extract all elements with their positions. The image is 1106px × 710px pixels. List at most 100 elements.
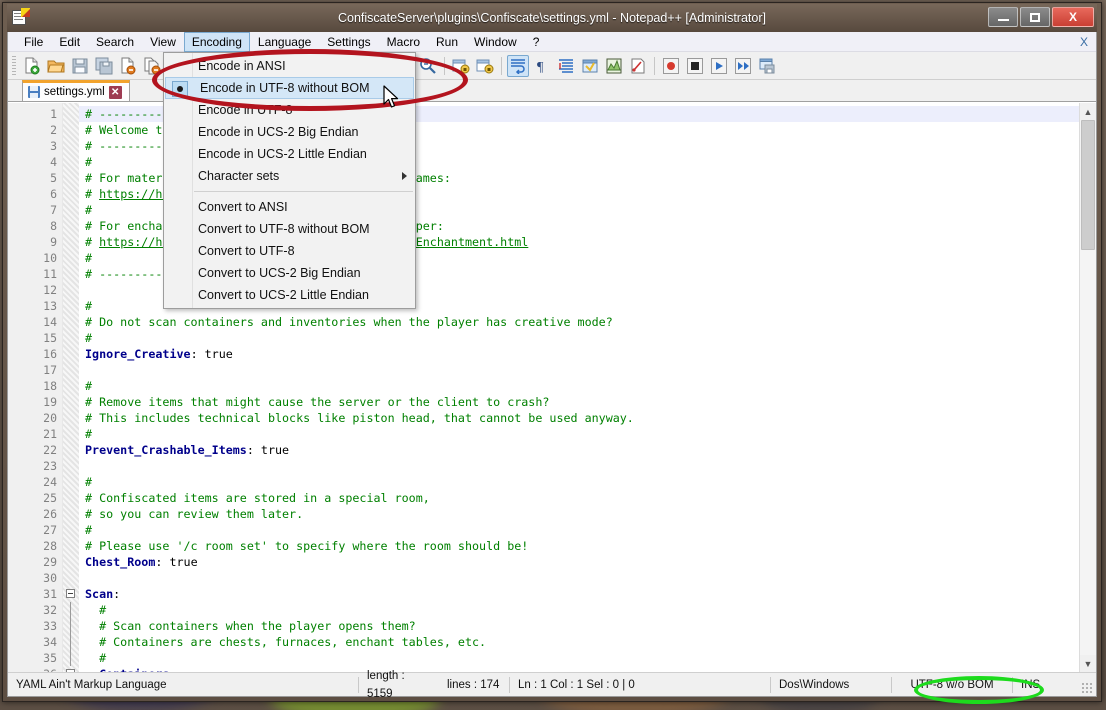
fold-marker-row[interactable] — [63, 426, 79, 442]
fold-marker-row[interactable] — [63, 186, 79, 202]
fold-marker-row[interactable] — [63, 314, 79, 330]
vertical-scrollbar[interactable]: ▲ ▼ — [1079, 103, 1096, 672]
code-folding-column[interactable] — [63, 103, 79, 672]
scrollbar-track[interactable] — [1080, 120, 1097, 655]
fold-marker-row[interactable] — [63, 586, 79, 602]
fold-marker-row[interactable] — [63, 250, 79, 266]
user-defined-dialog-icon[interactable] — [579, 55, 601, 77]
code-line[interactable] — [79, 362, 1079, 378]
code-line[interactable]: # Do not scan containers and inventories… — [79, 314, 1079, 330]
code-line[interactable]: # — [79, 474, 1079, 490]
code-line[interactable]: # Confiscated items are stored in a spec… — [79, 490, 1079, 506]
code-line[interactable] — [79, 570, 1079, 586]
code-line[interactable]: # Remove items that might cause the serv… — [79, 394, 1079, 410]
fold-marker-row[interactable] — [63, 218, 79, 234]
stop-macro-icon[interactable] — [684, 55, 706, 77]
code-line[interactable]: # This includes technical blocks like pi… — [79, 410, 1079, 426]
fold-marker-row[interactable] — [63, 634, 79, 650]
play-macro-icon[interactable] — [708, 55, 730, 77]
close-all-icon[interactable] — [141, 55, 163, 77]
code-line[interactable]: # — [79, 426, 1079, 442]
title-bar[interactable]: ConfiscateServer\plugins\Confiscate\sett… — [7, 4, 1097, 32]
save-icon[interactable] — [69, 55, 91, 77]
fold-marker-row[interactable] — [63, 330, 79, 346]
code-line[interactable]: # Containers are chests, furnaces, encha… — [79, 634, 1079, 650]
code-line[interactable]: # — [79, 602, 1079, 618]
encoding-menu-item-9[interactable]: Convert to UTF-8 — [164, 240, 415, 262]
code-line[interactable]: Chest_Room: true — [79, 554, 1079, 570]
fold-marker-row[interactable] — [63, 362, 79, 378]
fold-marker-row[interactable] — [63, 170, 79, 186]
code-line[interactable]: # Scan containers when the player opens … — [79, 618, 1079, 634]
code-line[interactable]: # Please use '/c room set' to specify wh… — [79, 538, 1079, 554]
fold-marker-row[interactable] — [63, 458, 79, 474]
fold-marker-row[interactable] — [63, 506, 79, 522]
new-file-icon[interactable] — [21, 55, 43, 77]
encoding-menu-item-4[interactable]: Encode in UCS-2 Little Endian — [164, 143, 415, 165]
fold-marker-row[interactable] — [63, 298, 79, 314]
encoding-menu-item-10[interactable]: Convert to UCS-2 Big Endian — [164, 262, 415, 284]
close-document-button[interactable]: X — [1080, 35, 1088, 49]
fold-marker-row[interactable] — [63, 442, 79, 458]
fold-marker-row[interactable] — [63, 618, 79, 634]
menu-macro[interactable]: Macro — [379, 32, 428, 52]
fold-marker-row[interactable] — [63, 154, 79, 170]
fold-marker-row[interactable] — [63, 106, 79, 122]
encoding-menu-item-5[interactable]: Character sets — [164, 165, 415, 187]
record-macro-icon[interactable] — [660, 55, 682, 77]
menu-view[interactable]: View — [142, 32, 184, 52]
fold-marker-row[interactable] — [63, 282, 79, 298]
fold-marker-row[interactable] — [63, 602, 79, 618]
encoding-menu-item-7[interactable]: Convert to ANSI — [164, 196, 415, 218]
encoding-dropdown-menu[interactable]: Encode in ANSIEncode in UTF-8 without BO… — [163, 52, 416, 309]
encoding-menu-item-8[interactable]: Convert to UTF-8 without BOM — [164, 218, 415, 240]
encoding-menu-item-1[interactable]: Encode in UTF-8 without BOM — [165, 77, 414, 99]
word-wrap-icon[interactable] — [507, 55, 529, 77]
code-line[interactable]: # so you can review them later. — [79, 506, 1079, 522]
code-line[interactable] — [79, 458, 1079, 474]
function-list-icon[interactable] — [627, 55, 649, 77]
run-macro-multiple-icon[interactable] — [732, 55, 754, 77]
menu-encoding[interactable]: Encoding — [184, 32, 250, 52]
scroll-down-arrow[interactable]: ▼ — [1080, 655, 1097, 672]
menu-settings[interactable]: Settings — [319, 32, 378, 52]
encoding-menu-item-0[interactable]: Encode in ANSI — [164, 55, 415, 77]
fold-marker-row[interactable] — [63, 650, 79, 666]
sync-horizontal-icon[interactable] — [474, 55, 496, 77]
fold-marker-row[interactable] — [63, 122, 79, 138]
open-file-icon[interactable] — [45, 55, 67, 77]
fold-marker-row[interactable] — [63, 234, 79, 250]
tab-settings-yml[interactable]: settings.yml ✕ — [22, 80, 130, 101]
encoding-menu-item-11[interactable]: Convert to UCS-2 Little Endian — [164, 284, 415, 306]
fold-marker-row[interactable] — [63, 570, 79, 586]
fold-marker-row[interactable] — [63, 490, 79, 506]
code-line[interactable]: Scan: — [79, 586, 1079, 602]
code-line[interactable]: # — [79, 330, 1079, 346]
menu-window[interactable]: Window — [466, 32, 525, 52]
maximize-button[interactable] — [1020, 7, 1050, 27]
save-macro-icon[interactable] — [756, 55, 778, 77]
fold-marker-row[interactable] — [63, 522, 79, 538]
indent-guide-icon[interactable] — [555, 55, 577, 77]
fold-marker-row[interactable] — [63, 410, 79, 426]
menu-edit[interactable]: Edit — [51, 32, 88, 52]
close-file-icon[interactable] — [117, 55, 139, 77]
scroll-up-arrow[interactable]: ▲ — [1080, 103, 1097, 120]
document-map-icon[interactable] — [603, 55, 625, 77]
code-line[interactable]: # — [79, 650, 1079, 666]
fold-marker-row[interactable] — [63, 346, 79, 362]
status-encoding[interactable]: UTF-8 w/o BOM — [892, 676, 1012, 694]
close-button[interactable]: X — [1052, 7, 1094, 27]
scrollbar-thumb[interactable] — [1081, 120, 1095, 250]
fold-collapse-icon[interactable] — [66, 589, 75, 598]
save-all-icon[interactable] — [93, 55, 115, 77]
fold-marker-row[interactable] — [63, 394, 79, 410]
minimize-button[interactable] — [988, 7, 1018, 27]
fold-marker-row[interactable] — [63, 538, 79, 554]
show-all-chars-icon[interactable]: ¶ — [531, 55, 553, 77]
menu-language[interactable]: Language — [250, 32, 319, 52]
menu-file[interactable]: File — [16, 32, 51, 52]
toolbar-grip[interactable] — [12, 56, 16, 76]
code-line[interactable]: # — [79, 378, 1079, 394]
close-icon[interactable]: ✕ — [109, 86, 122, 99]
